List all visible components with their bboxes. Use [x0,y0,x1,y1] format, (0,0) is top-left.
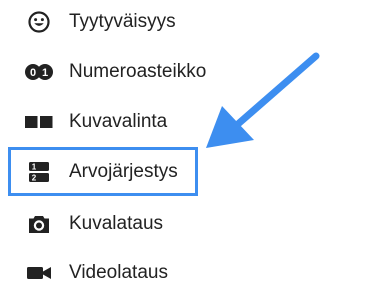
image-choice-icon [24,110,54,134]
highlight-box [8,147,198,196]
menu-item-label: Tyytyväisyys [69,11,176,32]
menu-item-image-upload[interactable]: Kuvalataus [0,204,260,244]
camera-icon [24,212,54,236]
menu-item-image-choice[interactable]: Kuvavalinta [0,102,260,142]
smiley-icon [24,10,54,34]
svg-text:1: 1 [42,67,48,79]
menu-item-label: Kuvavalinta [69,111,168,132]
svg-text:0: 0 [30,67,36,79]
menu-item-label: Numeroasteikko [69,61,207,82]
number-scale-icon: 0 1 [24,60,54,84]
menu-item-video-upload[interactable]: Videolataus [0,253,260,293]
video-camera-icon [24,261,54,285]
menu-item-number-scale[interactable]: 0 1 Numeroasteikko [0,52,260,92]
menu-item-label: Videolataus [69,262,168,283]
menu-item-label: Kuvalataus [69,213,164,234]
menu-item-satisfaction[interactable]: Tyytyväisyys [0,2,260,42]
